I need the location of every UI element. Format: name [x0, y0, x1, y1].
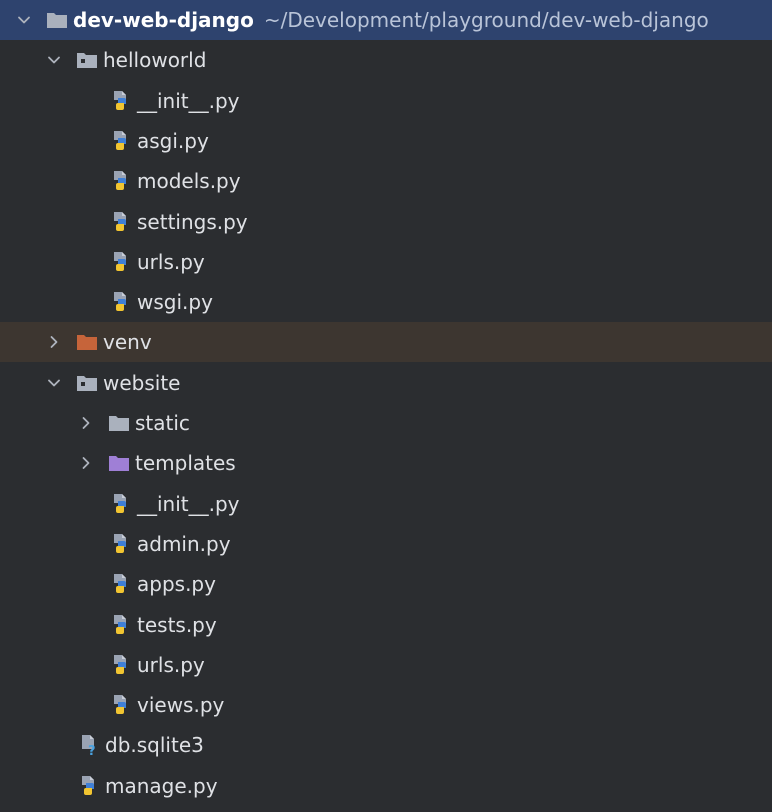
tree-row-wsgi-py[interactable]: wsgi.py [0, 282, 772, 322]
tree-row-dev-web-django[interactable]: dev-web-django ~/Development/playground/d… [0, 0, 772, 40]
python-file-icon [110, 533, 132, 555]
tree-item-label: settings.py [137, 209, 248, 234]
chevron-down-icon[interactable] [46, 375, 62, 391]
tree-row-init-py[interactable]: __init__.py [0, 484, 772, 524]
tree-item-label: apps.py [137, 572, 216, 597]
python-file-icon [110, 251, 132, 273]
python-file-icon [110, 170, 132, 192]
chevron-down-icon[interactable] [46, 52, 62, 68]
tree-item-label: dev-web-django [73, 8, 254, 32]
tree-item-label: urls.py [137, 249, 205, 274]
package-folder-icon [76, 372, 98, 394]
tree-item-label: admin.py [137, 531, 231, 556]
tree-item-label: models.py [137, 169, 241, 194]
tree-item-label: manage.py [105, 773, 218, 798]
python-file-icon [110, 211, 132, 233]
tree-row-init-py[interactable]: __init__.py [0, 81, 772, 121]
tree-item-label: static [135, 411, 190, 435]
python-file-icon [110, 291, 132, 313]
chevron-right-icon[interactable] [78, 415, 94, 431]
tree-row-manage-py[interactable]: manage.py [0, 766, 772, 806]
tree-item-label: db.sqlite3 [105, 733, 204, 758]
tree-row-tests-py[interactable]: tests.py [0, 605, 772, 645]
tree-row-static[interactable]: static [0, 403, 772, 443]
chevron-down-icon[interactable] [16, 12, 32, 28]
chevron-right-icon[interactable] [78, 455, 94, 471]
python-file-icon [110, 493, 132, 515]
templates-folder-icon [108, 452, 130, 474]
tree-item-label: templates [135, 451, 236, 476]
python-file-icon [78, 775, 100, 797]
folder-icon [46, 9, 68, 31]
tree-row-urls-py[interactable]: urls.py [0, 645, 772, 685]
python-file-icon [110, 573, 132, 595]
package-folder-icon [76, 49, 98, 71]
tree-item-label: venv [103, 330, 152, 355]
tree-item-label: views.py [137, 693, 225, 718]
python-file-icon [110, 694, 132, 716]
tree-row-settings-py[interactable]: settings.py [0, 202, 772, 242]
project-tree: dev-web-django ~/Development/playground/d… [0, 0, 772, 812]
python-file-icon [110, 654, 132, 676]
tree-row-website[interactable]: website [0, 363, 772, 403]
tree-row-helloworld[interactable]: helloworld [0, 40, 772, 80]
folder-icon [108, 412, 130, 434]
tree-row-apps-py[interactable]: apps.py [0, 564, 772, 604]
tree-item-label: wsgi.py [137, 290, 213, 315]
tree-row-venv[interactable]: venv [0, 322, 772, 363]
tree-row-admin-py[interactable]: admin.py [0, 524, 772, 564]
tree-item-label: __init__.py [137, 491, 240, 516]
tree-item-label: __init__.py [137, 88, 240, 113]
unknown-file-icon: ? [78, 734, 100, 756]
python-file-icon [110, 90, 132, 112]
svg-text:?: ? [88, 744, 96, 756]
tree-item-label: website [103, 370, 181, 395]
python-file-icon [110, 614, 132, 636]
tree-item-label: asgi.py [137, 128, 209, 153]
tree-row-asgi-py[interactable]: asgi.py [0, 121, 772, 161]
tree-item-label: helloworld [103, 48, 207, 73]
tree-row-views-py[interactable]: views.py [0, 685, 772, 725]
tree-row-urls-py[interactable]: urls.py [0, 242, 772, 282]
tree-row-db-sqlite3[interactable]: ? db.sqlite3 [0, 725, 772, 765]
python-file-icon [110, 130, 132, 152]
tree-item-label: urls.py [137, 652, 205, 677]
tree-row-models-py[interactable]: models.py [0, 161, 772, 201]
tree-row-templates[interactable]: templates [0, 443, 772, 483]
excluded-folder-icon [76, 331, 98, 353]
tree-item-label: tests.py [137, 612, 217, 637]
chevron-right-icon[interactable] [46, 334, 62, 350]
project-path: ~/Development/playground/dev-web-django [263, 8, 709, 32]
